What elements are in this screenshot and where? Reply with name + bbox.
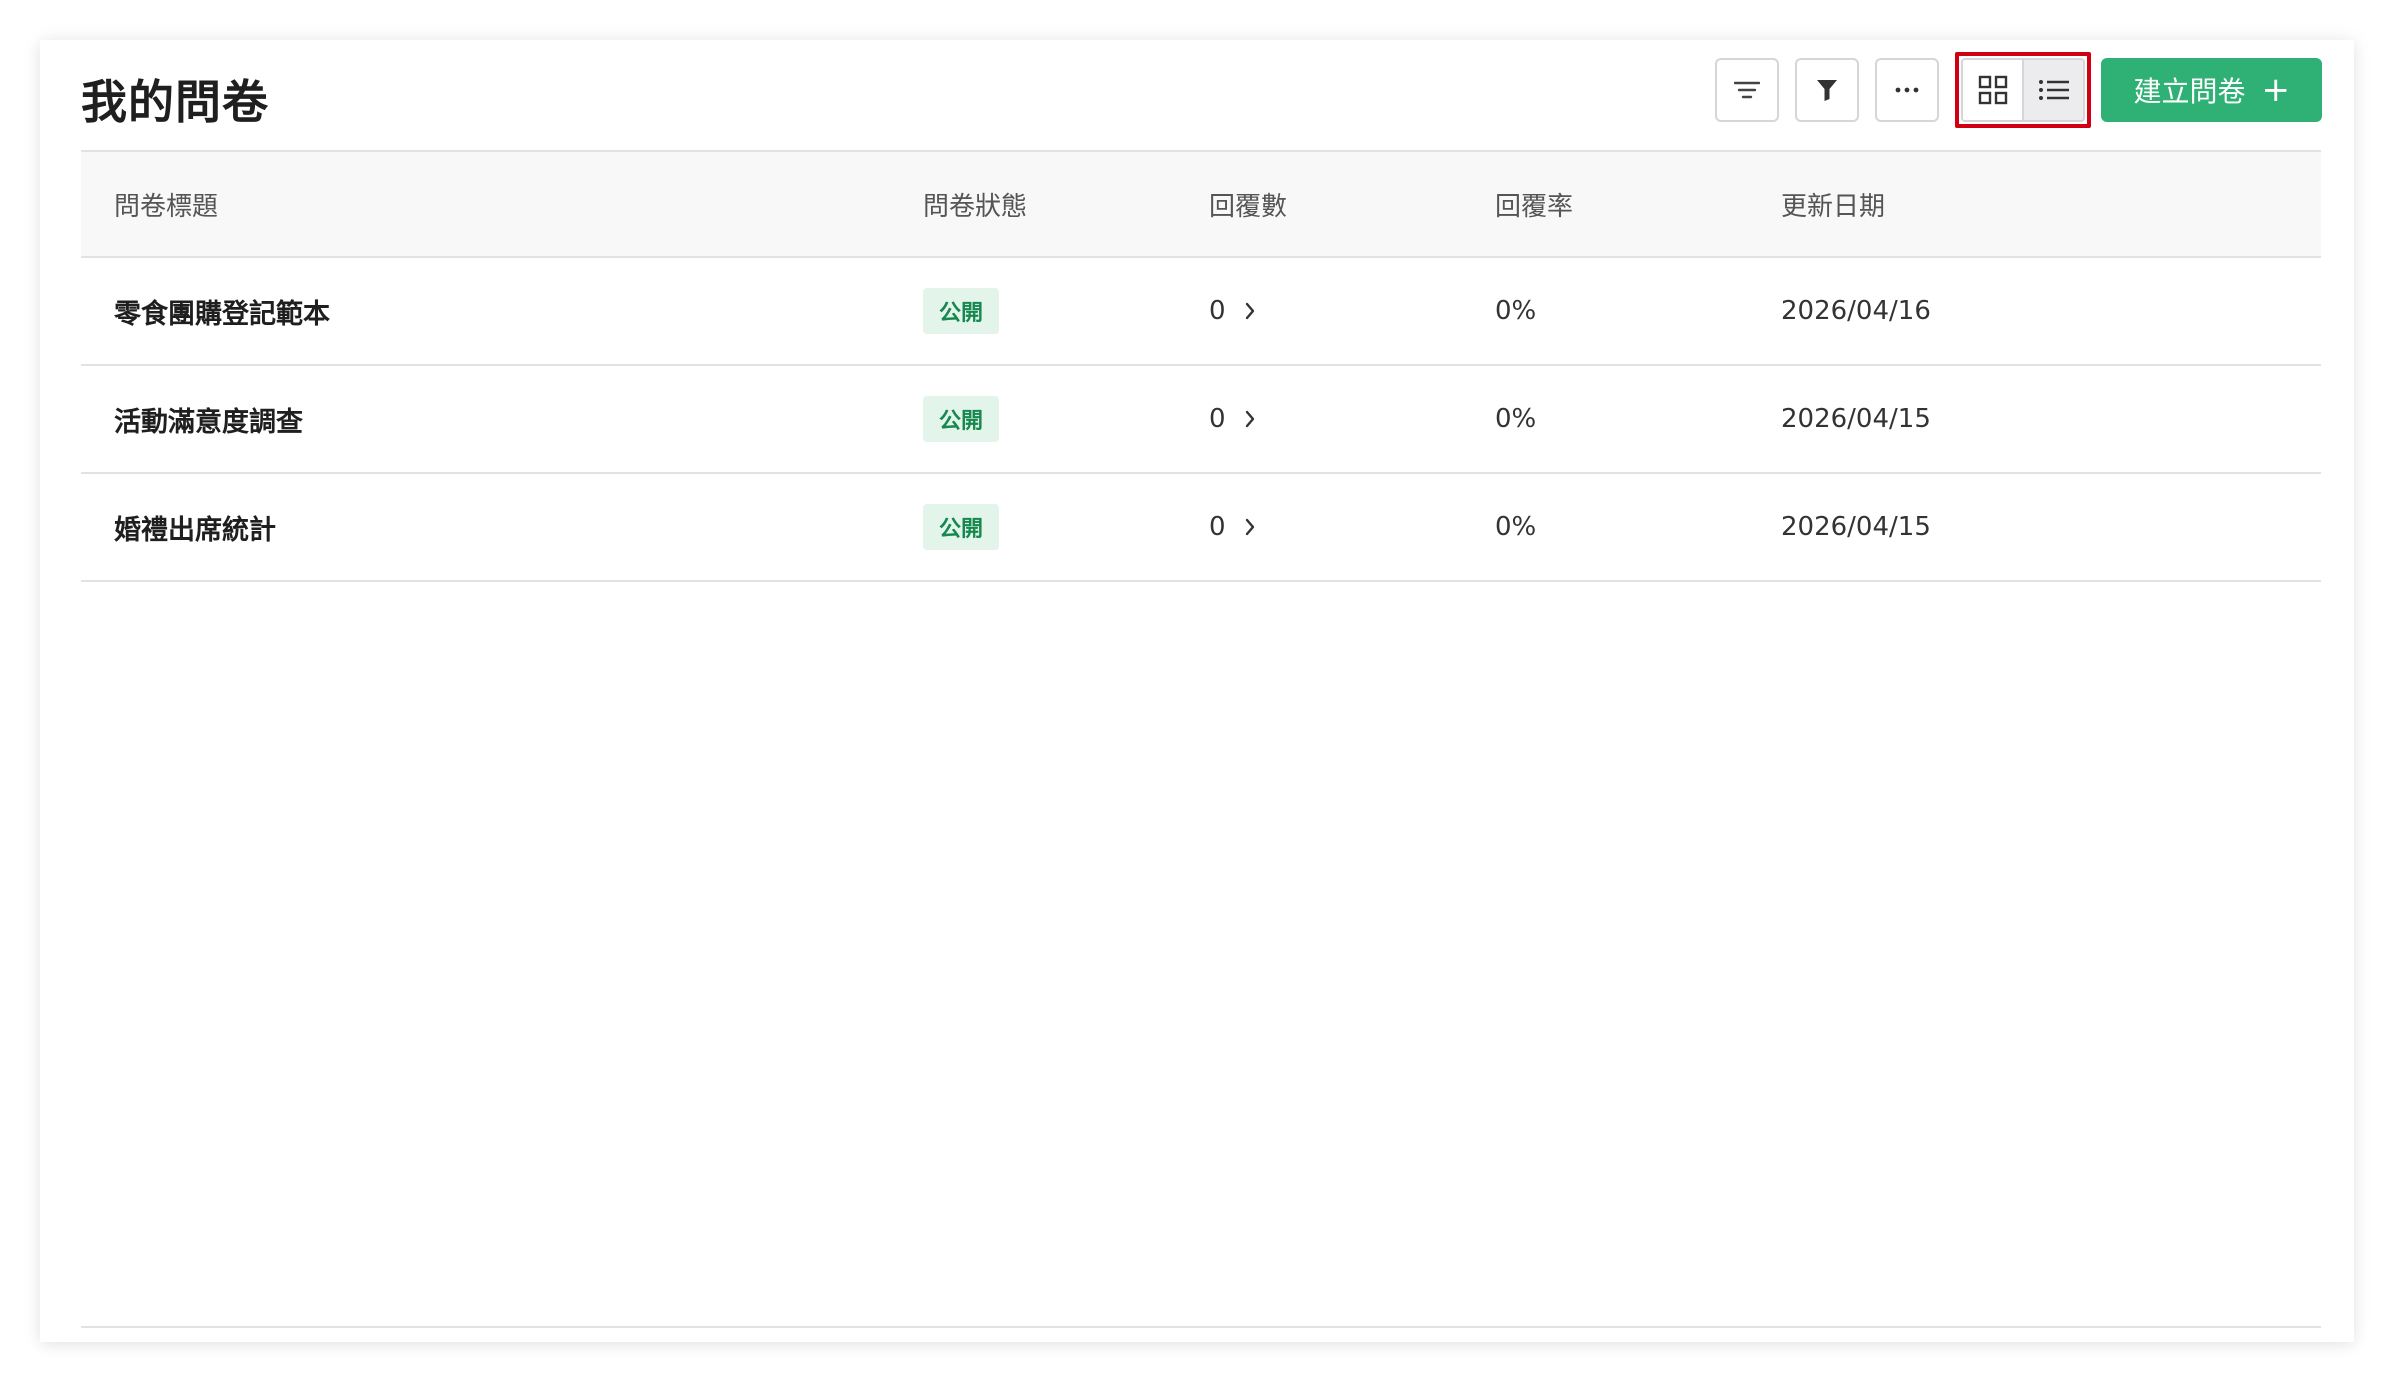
status-badge: 公開 [923,504,1000,550]
more-options-button[interactable] [1875,58,1940,122]
sort-lines-icon [1734,81,1761,99]
list-icon [2038,80,2069,100]
response-count: 0 [1209,296,1226,326]
header-responses: 回覆數 [1209,191,1288,222]
table-row[interactable]: 婚禮出席統計 公開 0 0% 2026/04/15 [81,474,2321,582]
filter-button[interactable] [1795,58,1860,122]
header-status: 問卷狀態 [923,191,1028,222]
funnel-icon [1817,80,1838,101]
header-updated: 更新日期 [1781,191,1886,222]
responses-link[interactable]: 0 [1209,474,1256,580]
response-rate: 0% [1495,512,1537,542]
updated-date: 2026/04/15 [1781,512,1931,542]
survey-list-card: 我的問卷 建立問卷 + 問卷標題 問卷狀態 回覆數 回覆率 更新日期 零食團購登… [40,40,2354,1342]
table-header: 問卷標題 問卷狀態 回覆數 回覆率 更新日期 [81,152,2321,258]
response-rate: 0% [1495,404,1537,434]
updated-date: 2026/04/15 [1781,404,1931,434]
table-row[interactable]: 零食團購登記範本 公開 0 0% 2026/04/16 [81,258,2321,366]
list-view-button[interactable] [2023,58,2086,122]
toolbar: 建立問卷 + [1715,52,2322,128]
grid-view-button[interactable] [1961,58,2024,122]
table-row[interactable]: 活動滿意度調查 公開 0 0% 2026/04/15 [81,366,2321,474]
response-count: 0 [1209,404,1226,434]
survey-table: 問卷標題 問卷狀態 回覆數 回覆率 更新日期 零食團購登記範本 公開 0 0% … [81,150,2321,582]
chevron-right-icon [1244,302,1256,320]
responses-link[interactable]: 0 [1209,366,1256,472]
view-mode-toggle [1955,52,2092,128]
survey-title[interactable]: 零食團購登記範本 [114,292,330,331]
page-title: 我的問卷 [81,75,269,129]
survey-title[interactable]: 婚禮出席統計 [114,508,276,547]
survey-title[interactable]: 活動滿意度調查 [114,400,303,439]
chevron-right-icon [1244,410,1256,428]
ellipsis-icon [1896,87,1919,93]
plus-icon: + [2261,70,2291,110]
response-count: 0 [1209,512,1226,542]
responses-link[interactable]: 0 [1209,258,1256,364]
table-footer-divider [81,1326,2321,1328]
header-title: 問卷標題 [114,191,219,222]
create-survey-button[interactable]: 建立問卷 + [2101,58,2322,122]
status-badge: 公開 [923,288,1000,334]
sort-button[interactable] [1715,58,1780,122]
updated-date: 2026/04/16 [1781,296,1931,326]
chevron-right-icon [1244,518,1256,536]
response-rate: 0% [1495,296,1537,326]
header-rate: 回覆率 [1495,191,1574,222]
grid-icon [1978,75,2008,105]
create-survey-label: 建立問卷 [2133,75,2246,108]
status-badge: 公開 [923,396,1000,442]
